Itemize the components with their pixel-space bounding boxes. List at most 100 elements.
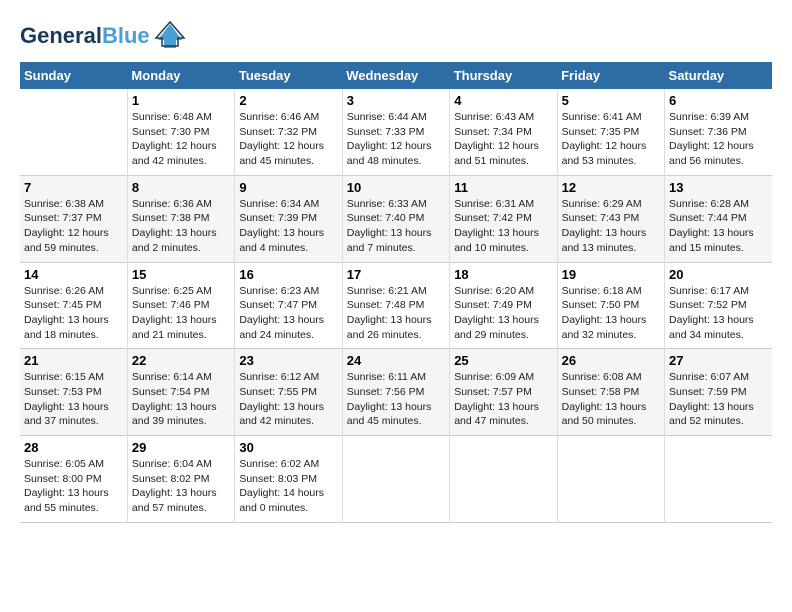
day-info: Sunrise: 6:05 AM Sunset: 8:00 PM Dayligh… (24, 457, 123, 516)
day-info: Sunrise: 6:12 AM Sunset: 7:55 PM Dayligh… (239, 370, 337, 429)
calendar-cell: 2 Sunrise: 6:46 AM Sunset: 7:32 PM Daylig… (235, 89, 342, 175)
day-number: 24 (347, 353, 445, 368)
week-row-2: 14 Sunrise: 6:26 AM Sunset: 7:45 PM Dayli… (20, 262, 772, 349)
day-number: 21 (24, 353, 123, 368)
day-info: Sunrise: 6:04 AM Sunset: 8:02 PM Dayligh… (132, 457, 230, 516)
day-number: 23 (239, 353, 337, 368)
day-number: 29 (132, 440, 230, 455)
day-number: 4 (454, 93, 552, 108)
day-info: Sunrise: 6:02 AM Sunset: 8:03 PM Dayligh… (239, 457, 337, 516)
day-info: Sunrise: 6:28 AM Sunset: 7:44 PM Dayligh… (669, 197, 768, 256)
calendar-header-row: SundayMondayTuesdayWednesdayThursdayFrid… (20, 62, 772, 89)
day-info: Sunrise: 6:39 AM Sunset: 7:36 PM Dayligh… (669, 110, 768, 169)
calendar-cell: 6 Sunrise: 6:39 AM Sunset: 7:36 PM Daylig… (665, 89, 772, 175)
logo-text: GeneralBlue (20, 24, 150, 48)
day-info: Sunrise: 6:09 AM Sunset: 7:57 PM Dayligh… (454, 370, 552, 429)
header-thursday: Thursday (450, 62, 557, 89)
calendar-cell: 13 Sunrise: 6:28 AM Sunset: 7:44 PM Dayli… (665, 175, 772, 262)
calendar-cell: 26 Sunrise: 6:08 AM Sunset: 7:58 PM Dayli… (557, 349, 664, 436)
calendar-cell: 21 Sunrise: 6:15 AM Sunset: 7:53 PM Dayli… (20, 349, 127, 436)
day-info: Sunrise: 6:25 AM Sunset: 7:46 PM Dayligh… (132, 284, 230, 343)
day-info: Sunrise: 6:23 AM Sunset: 7:47 PM Dayligh… (239, 284, 337, 343)
day-info: Sunrise: 6:43 AM Sunset: 7:34 PM Dayligh… (454, 110, 552, 169)
day-info: Sunrise: 6:38 AM Sunset: 7:37 PM Dayligh… (24, 197, 123, 256)
calendar-cell: 27 Sunrise: 6:07 AM Sunset: 7:59 PM Dayli… (665, 349, 772, 436)
day-number: 7 (24, 180, 123, 195)
day-number: 30 (239, 440, 337, 455)
day-info: Sunrise: 6:21 AM Sunset: 7:48 PM Dayligh… (347, 284, 445, 343)
calendar-cell: 17Sunrise: 6:21 AM Sunset: 7:48 PM Dayli… (342, 262, 449, 349)
calendar-table: SundayMondayTuesdayWednesdayThursdayFrid… (20, 62, 772, 523)
day-number: 6 (669, 93, 768, 108)
day-number: 2 (239, 93, 337, 108)
day-info: Sunrise: 6:44 AM Sunset: 7:33 PM Dayligh… (347, 110, 445, 169)
day-number: 19 (562, 267, 660, 282)
calendar-cell: 30 Sunrise: 6:02 AM Sunset: 8:03 PM Dayli… (235, 436, 342, 523)
header-monday: Monday (127, 62, 234, 89)
day-info: Sunrise: 6:36 AM Sunset: 7:38 PM Dayligh… (132, 197, 230, 256)
day-number: 13 (669, 180, 768, 195)
day-number: 25 (454, 353, 552, 368)
calendar-cell: 14 Sunrise: 6:26 AM Sunset: 7:45 PM Dayli… (20, 262, 127, 349)
day-info: Sunrise: 6:11 AM Sunset: 7:56 PM Dayligh… (347, 370, 445, 429)
day-info: Sunrise: 6:31 AM Sunset: 7:42 PM Dayligh… (454, 197, 552, 256)
day-info: Sunrise: 6:18 AM Sunset: 7:50 PM Dayligh… (562, 284, 660, 343)
week-row-3: 21 Sunrise: 6:15 AM Sunset: 7:53 PM Dayli… (20, 349, 772, 436)
calendar-cell: 24 Sunrise: 6:11 AM Sunset: 7:56 PM Dayli… (342, 349, 449, 436)
logo: GeneralBlue (20, 20, 186, 52)
day-number: 28 (24, 440, 123, 455)
day-number: 12 (562, 180, 660, 195)
calendar-cell: 11 Sunrise: 6:31 AM Sunset: 7:42 PM Dayli… (450, 175, 557, 262)
day-number: 8 (132, 180, 230, 195)
calendar-cell: 8 Sunrise: 6:36 AM Sunset: 7:38 PM Daylig… (127, 175, 234, 262)
calendar-cell: 16 Sunrise: 6:23 AM Sunset: 7:47 PM Dayli… (235, 262, 342, 349)
header-sunday: Sunday (20, 62, 127, 89)
day-number: 3 (347, 93, 445, 108)
day-number: 27 (669, 353, 768, 368)
calendar-cell: 5Sunrise: 6:41 AM Sunset: 7:35 PM Daylig… (557, 89, 664, 175)
page-header: GeneralBlue (20, 20, 772, 52)
calendar-cell: 12 Sunrise: 6:29 AM Sunset: 7:43 PM Dayli… (557, 175, 664, 262)
calendar-cell: 25 Sunrise: 6:09 AM Sunset: 7:57 PM Dayli… (450, 349, 557, 436)
calendar-cell (557, 436, 664, 523)
day-info: Sunrise: 6:14 AM Sunset: 7:54 PM Dayligh… (132, 370, 230, 429)
day-number: 22 (132, 353, 230, 368)
day-number: 10 (347, 180, 445, 195)
calendar-cell: 7 Sunrise: 6:38 AM Sunset: 7:37 PM Daylig… (20, 175, 127, 262)
day-number: 20 (669, 267, 768, 282)
day-number: 16 (239, 267, 337, 282)
day-number: 1 (132, 93, 230, 108)
day-info: Sunrise: 6:20 AM Sunset: 7:49 PM Dayligh… (454, 284, 552, 343)
logo-icon (154, 20, 186, 52)
day-info: Sunrise: 6:26 AM Sunset: 7:45 PM Dayligh… (24, 284, 123, 343)
calendar-cell: 15Sunrise: 6:25 AM Sunset: 7:46 PM Dayli… (127, 262, 234, 349)
calendar-cell (665, 436, 772, 523)
day-info: Sunrise: 6:07 AM Sunset: 7:59 PM Dayligh… (669, 370, 768, 429)
day-number: 14 (24, 267, 123, 282)
day-info: Sunrise: 6:41 AM Sunset: 7:35 PM Dayligh… (562, 110, 660, 169)
day-number: 11 (454, 180, 552, 195)
day-info: Sunrise: 6:15 AM Sunset: 7:53 PM Dayligh… (24, 370, 123, 429)
day-info: Sunrise: 6:17 AM Sunset: 7:52 PM Dayligh… (669, 284, 768, 343)
calendar-cell (342, 436, 449, 523)
calendar-cell (20, 89, 127, 175)
day-number: 26 (562, 353, 660, 368)
day-info: Sunrise: 6:08 AM Sunset: 7:58 PM Dayligh… (562, 370, 660, 429)
week-row-1: 7 Sunrise: 6:38 AM Sunset: 7:37 PM Daylig… (20, 175, 772, 262)
calendar-body: 1 Sunrise: 6:48 AM Sunset: 7:30 PM Daylig… (20, 89, 772, 522)
day-info: Sunrise: 6:29 AM Sunset: 7:43 PM Dayligh… (562, 197, 660, 256)
day-info: Sunrise: 6:48 AM Sunset: 7:30 PM Dayligh… (132, 110, 230, 169)
day-info: Sunrise: 6:34 AM Sunset: 7:39 PM Dayligh… (239, 197, 337, 256)
header-wednesday: Wednesday (342, 62, 449, 89)
day-info: Sunrise: 6:46 AM Sunset: 7:32 PM Dayligh… (239, 110, 337, 169)
header-saturday: Saturday (665, 62, 772, 89)
day-number: 18 (454, 267, 552, 282)
calendar-cell: 22 Sunrise: 6:14 AM Sunset: 7:54 PM Dayli… (127, 349, 234, 436)
calendar-cell: 9Sunrise: 6:34 AM Sunset: 7:39 PM Daylig… (235, 175, 342, 262)
calendar-cell: 10Sunrise: 6:33 AM Sunset: 7:40 PM Dayli… (342, 175, 449, 262)
calendar-cell: 3 Sunrise: 6:44 AM Sunset: 7:33 PM Daylig… (342, 89, 449, 175)
calendar-cell: 23 Sunrise: 6:12 AM Sunset: 7:55 PM Dayli… (235, 349, 342, 436)
calendar-cell: 4 Sunrise: 6:43 AM Sunset: 7:34 PM Daylig… (450, 89, 557, 175)
header-friday: Friday (557, 62, 664, 89)
calendar-cell (450, 436, 557, 523)
